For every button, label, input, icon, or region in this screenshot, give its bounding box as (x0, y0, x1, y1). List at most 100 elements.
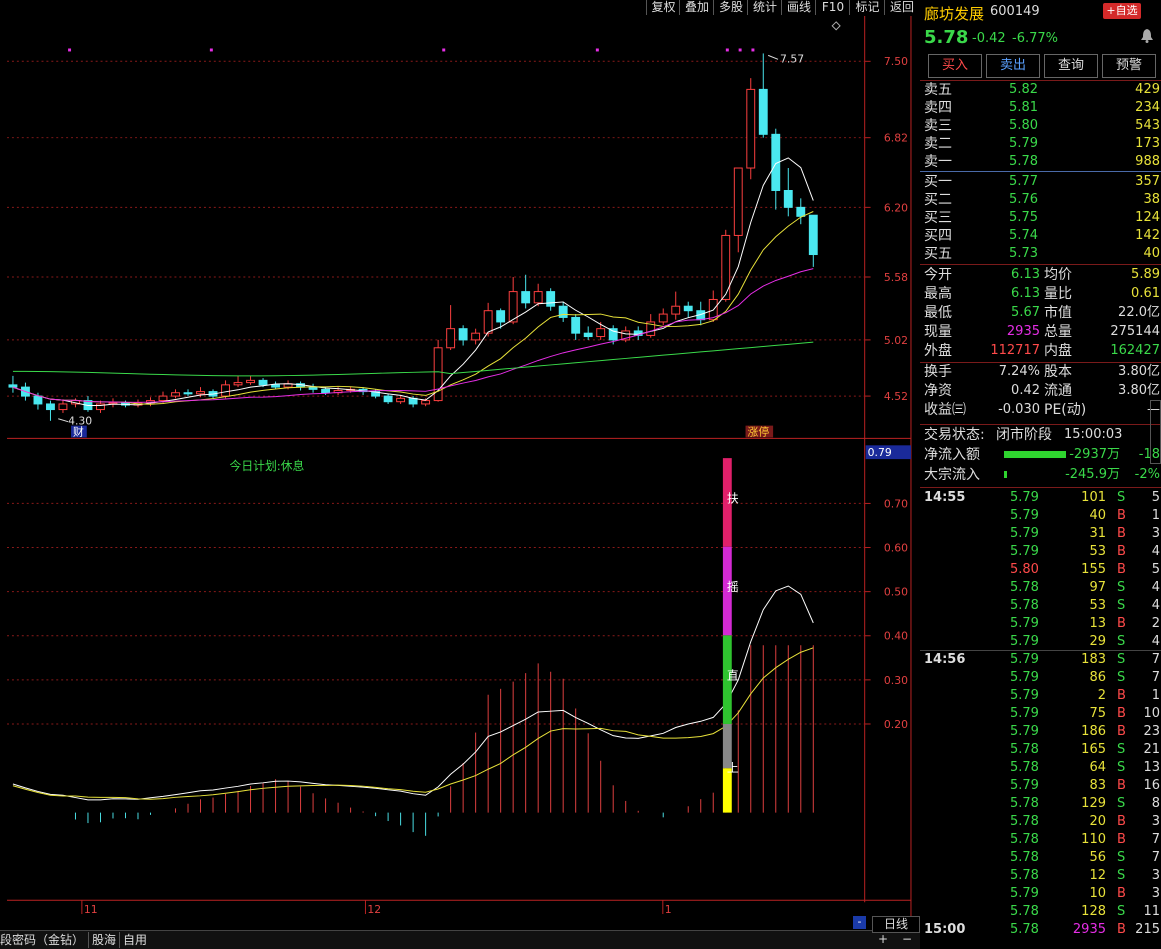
toolbar-button-4[interactable]: 画线 (781, 0, 816, 15)
tick-side: B (1117, 832, 1126, 847)
tick-count: 3 (1151, 868, 1160, 883)
candle-body (671, 305, 681, 315)
toolbar-button-0[interactable]: 复权 (646, 0, 680, 15)
stat-row: 净资 0.42 流通 3.80亿 (924, 382, 1160, 400)
level-price: 5.73 (1009, 246, 1038, 261)
tick-count: 11 (1143, 904, 1160, 919)
side-scrollbar[interactable] (1150, 400, 1161, 464)
tick-price: 5.78 (1010, 760, 1039, 775)
tick-count: 3 (1151, 526, 1160, 541)
trade-status-label: 交易状态: (924, 427, 985, 443)
tick-row: 5.79 83 B 16 (924, 777, 1160, 795)
stat-row: 现量 2935 总量 275144 (924, 323, 1160, 341)
tick-count: 3 (1151, 814, 1160, 829)
tick-volume: 2 (1097, 688, 1106, 703)
price-change: -0.42 (972, 31, 1006, 46)
level-label: 卖二 (924, 136, 952, 152)
tick-count: 7 (1151, 850, 1160, 865)
tick-volume: 56 (1089, 850, 1106, 865)
collapse-button[interactable]: - (853, 916, 866, 929)
tick-price: 5.79 (1010, 544, 1039, 559)
tick-volume: 101 (1081, 490, 1106, 505)
buy-button[interactable]: 买入 (928, 54, 982, 78)
stat-label: 内盘 (1044, 343, 1072, 359)
zoom-out-button[interactable]: − (902, 932, 912, 946)
level-label: 买三 (924, 210, 952, 226)
tick-side: B (1117, 724, 1126, 739)
toolbar-button-2[interactable]: 多股 (713, 0, 748, 15)
stat-value: 2935 (1006, 324, 1040, 339)
bell-icon[interactable] (1140, 28, 1154, 47)
zoom-in-button[interactable]: + (878, 932, 888, 946)
stat-value: 22.0亿 (1118, 305, 1160, 320)
toolbar-button-7[interactable]: 返回 (884, 0, 919, 15)
price-tick-label: 4.52 (884, 390, 908, 403)
candle-body (496, 310, 506, 323)
candle-body (783, 190, 793, 208)
tick-side: B (1117, 526, 1126, 541)
candle-body (746, 88, 756, 169)
tick-volume: 40 (1089, 508, 1106, 523)
signal-bar-label: 直 (727, 669, 739, 683)
toolbar-button-3[interactable]: 统计 (747, 0, 782, 15)
tick-side: B (1117, 616, 1126, 631)
stat-label: 今开 (924, 267, 952, 283)
level-volume: 142 (1135, 228, 1160, 243)
period-selector[interactable]: 日线 (872, 916, 920, 933)
tick-row: 5.78 53 S 4 (924, 597, 1160, 615)
price-tick-label: 5.58 (884, 271, 908, 284)
tick-price: 5.78 (1010, 598, 1039, 613)
level-label: 卖三 (924, 118, 952, 134)
flow-value: -2937万 (1069, 447, 1120, 462)
candle-body (571, 316, 581, 334)
tick-price: 5.79 (1010, 706, 1039, 721)
trade-status: 交易状态: 闭市阶段 15:00:03 (924, 426, 1160, 444)
toolbar-button-5[interactable]: F10 (815, 0, 850, 15)
candle-body (196, 391, 205, 395)
candle-body (608, 328, 618, 341)
candle-body (658, 313, 668, 323)
indicator-tick-label: 0.40 (884, 630, 908, 643)
toolbar-button-6[interactable]: 标记 (849, 0, 885, 15)
tick-volume: 86 (1089, 670, 1106, 685)
tab-duanmima[interactable]: 段密码（金钻） (0, 932, 84, 948)
tick-row: 5.78 12 S 3 (924, 867, 1160, 885)
tick-side: B (1117, 706, 1126, 721)
stat-label: 股本 (1044, 364, 1072, 380)
candle-body (583, 332, 593, 338)
level-label: 买二 (924, 192, 952, 208)
stat-label: 总量 (1044, 324, 1072, 340)
tick-row: 5.78 56 S 7 (924, 849, 1160, 867)
candle-body (8, 384, 18, 388)
low-pointer (58, 418, 69, 423)
price-tick-label: 7.50 (884, 55, 908, 68)
trade-status-value: 闭市阶段 (996, 427, 1052, 443)
add-watch-button[interactable]: +自选 (1103, 3, 1141, 19)
tick-volume: 83 (1089, 778, 1106, 793)
tick-side: S (1117, 796, 1126, 811)
level-price: 5.79 (1009, 136, 1038, 151)
flow-row: 大宗流入 -245.9万 -2% (924, 466, 1160, 484)
tick-price: 5.79 (1010, 670, 1039, 685)
marker-cai: 财 (73, 424, 84, 438)
alert-button[interactable]: 预警 (1102, 54, 1156, 78)
sell-button[interactable]: 卖出 (986, 54, 1040, 78)
tick-count: 7 (1151, 832, 1160, 847)
candle-body (758, 88, 768, 135)
stat-value: 6.13 (1011, 267, 1040, 282)
tick-price: 5.79 (1010, 886, 1039, 901)
candle-body (46, 403, 55, 411)
signal-dot (68, 48, 72, 52)
tab-ziyong[interactable]: 自用 (119, 932, 147, 948)
high-label: 7.57 (780, 52, 804, 65)
toolbar-button-1[interactable]: 叠加 (679, 0, 714, 15)
chart-toolbar: 复权 叠加 多股 统计 画线 F10 标记 返回 (0, 0, 918, 16)
tab-guhai[interactable]: 股海 (88, 932, 116, 948)
tick-price: 5.78 (1010, 832, 1039, 847)
level-price: 5.81 (1009, 100, 1038, 115)
kline-chart[interactable]: 7.50 6.82 6.20 5.58 5.02 4.52 0.70 0.60 0.50 0.40… (0, 16, 918, 916)
tick-count: 23 (1143, 724, 1160, 739)
query-button[interactable]: 查询 (1044, 54, 1098, 78)
tick-count: 7 (1151, 670, 1160, 685)
ask-row: 卖二 5.79 173 (924, 135, 1160, 153)
